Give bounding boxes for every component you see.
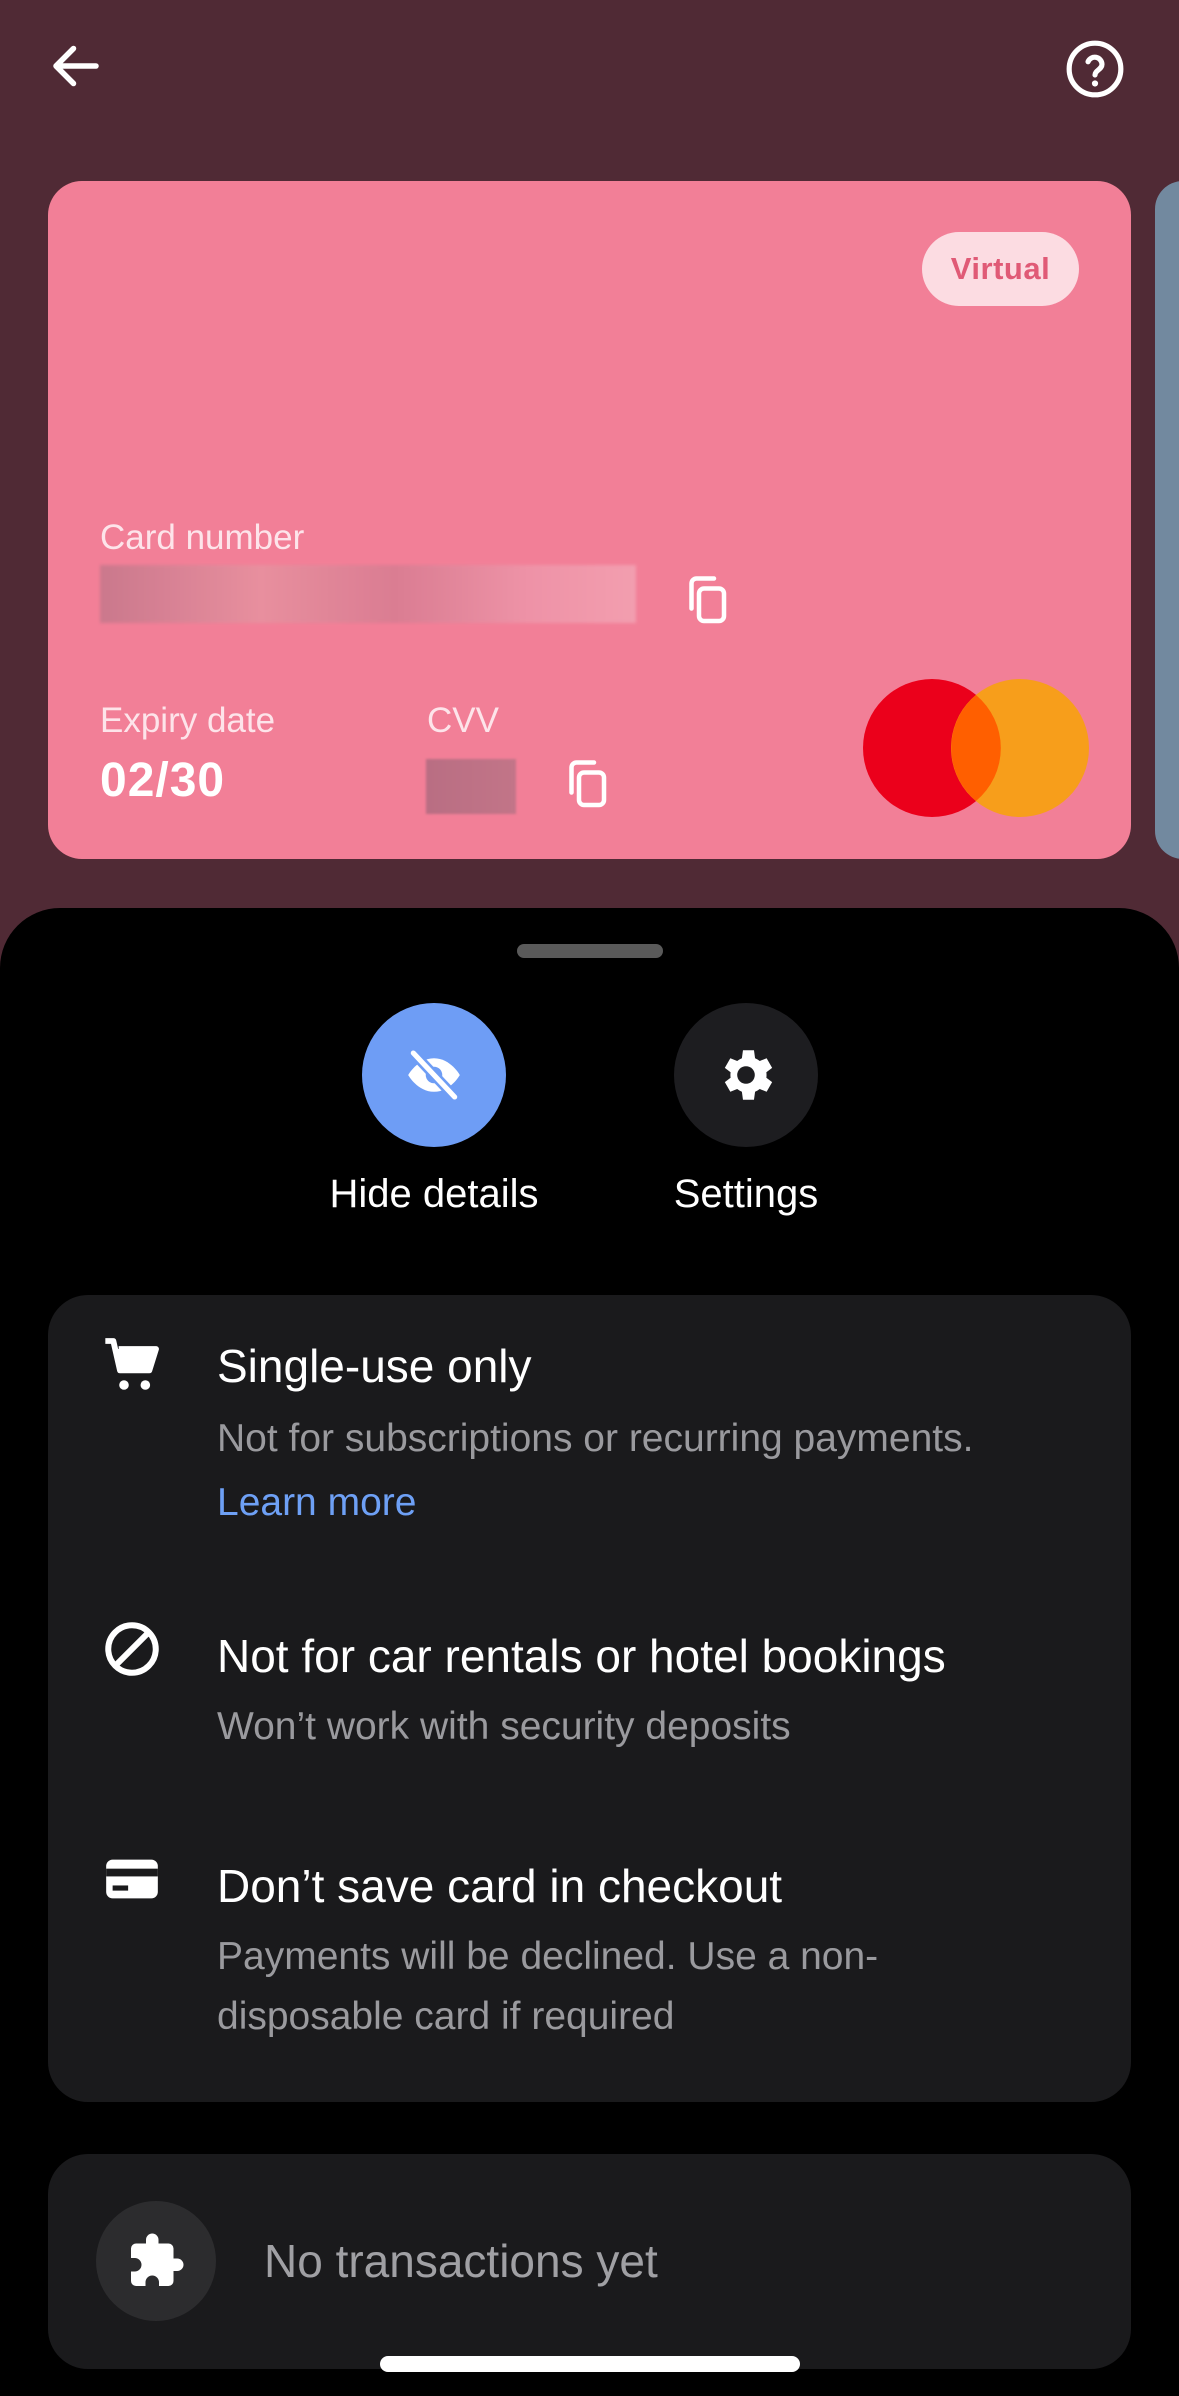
restriction-title: Don’t save card in checkout <box>217 1860 783 1912</box>
eye-off-icon <box>408 1049 460 1101</box>
sheet-drag-handle[interactable] <box>517 944 663 958</box>
card-number-label: Card number <box>100 518 305 557</box>
copy-cvv-button[interactable] <box>564 757 614 813</box>
hide-details-button[interactable] <box>362 1003 506 1147</box>
card-restrictions-panel: Single-use only Not for subscriptions or… <box>48 1295 1131 2102</box>
transactions-icon <box>96 2201 216 2321</box>
restriction-title: Single-use only <box>217 1340 532 1392</box>
card-number-masked <box>100 565 636 623</box>
expiry-date-label: Expiry date <box>100 701 276 740</box>
learn-more-link[interactable]: Learn more <box>217 1481 416 1525</box>
home-indicator[interactable] <box>380 2356 800 2372</box>
bottom-sheet: Hide details Settings Single-use only No… <box>0 908 1179 2396</box>
gear-icon <box>724 1050 773 1100</box>
card-icon <box>100 1847 164 1911</box>
virtual-badge: Virtual <box>922 232 1079 306</box>
settings-button[interactable] <box>674 1003 818 1147</box>
help-button[interactable] <box>1062 36 1128 102</box>
copy-icon <box>689 576 727 624</box>
settings-label: Settings <box>673 1172 819 1216</box>
transactions-panel: No transactions yet <box>48 2154 1131 2369</box>
next-card-peek[interactable] <box>1155 181 1179 859</box>
restriction-description: Won’t work with security deposits <box>217 1705 791 1748</box>
cart-icon <box>100 1333 164 1397</box>
block-icon <box>100 1617 164 1681</box>
expiry-date-value: 02/30 <box>100 754 226 807</box>
hide-details-label: Hide details <box>329 1172 539 1216</box>
restriction-description: Not for subscriptions or recurring payme… <box>217 1417 974 1460</box>
no-transactions-text: No transactions yet <box>264 2235 658 2287</box>
virtual-card[interactable]: Virtual Card number Expiry date 02/30 CV… <box>48 181 1131 859</box>
mastercard-logo <box>863 679 1089 817</box>
arrow-left-icon <box>53 45 99 87</box>
puzzle-icon <box>131 2233 184 2286</box>
restriction-title: Not for car rentals or hotel bookings <box>217 1630 946 1682</box>
copy-icon <box>569 760 607 808</box>
restriction-description: Payments will be declined. Use a non-dis… <box>217 1935 879 2038</box>
cvv-label: CVV <box>427 701 499 740</box>
copy-card-number-button[interactable] <box>684 573 734 629</box>
question-circle-icon <box>1066 40 1124 98</box>
cvv-masked <box>426 759 516 814</box>
back-button[interactable] <box>40 30 112 102</box>
